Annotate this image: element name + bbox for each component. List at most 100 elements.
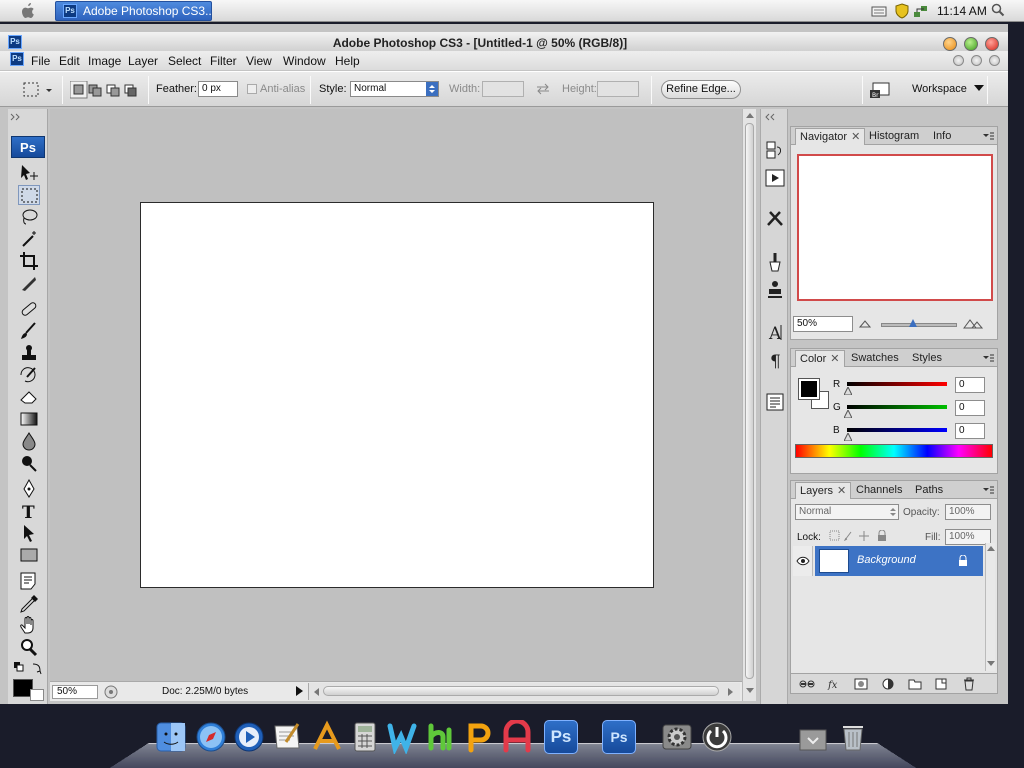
brush-icon[interactable] — [18, 321, 40, 341]
bridge-icon[interactable]: Br — [870, 80, 894, 100]
panel-menu-icon[interactable] — [982, 353, 994, 365]
panel-menu-icon[interactable] — [982, 485, 994, 497]
move-icon[interactable] — [18, 163, 40, 183]
zoom-out-icon[interactable] — [859, 320, 871, 328]
navigator-zoom-slider-thumb[interactable] — [909, 319, 917, 327]
navigator-zoom-field[interactable]: 50% — [793, 316, 853, 332]
tab-styles[interactable]: Styles — [908, 350, 946, 367]
path-select-icon[interactable] — [18, 523, 40, 543]
vertical-scroll-thumb[interactable] — [745, 123, 754, 679]
blend-mode-select[interactable]: Normal — [795, 504, 899, 520]
scroll-down-icon[interactable] — [745, 687, 755, 695]
feather-input[interactable]: 0 px — [198, 81, 238, 97]
status-arrow-icon[interactable] — [294, 685, 304, 698]
safari-icon[interactable] — [194, 720, 228, 754]
green-value-input[interactable]: 0 — [955, 400, 985, 416]
photoshop-task-button[interactable]: Ps Adobe Photoshop CS3... — [55, 1, 212, 21]
green-slider[interactable] — [847, 405, 947, 409]
red-slider-thumb[interactable] — [844, 387, 852, 395]
history-brush-icon[interactable] — [18, 365, 40, 385]
new-group-icon[interactable] — [907, 677, 923, 691]
vertical-scrollbar[interactable] — [742, 109, 756, 701]
doc-minimize-button[interactable] — [953, 55, 964, 66]
quicktime-icon[interactable] — [232, 720, 266, 754]
swap-colors-icon[interactable] — [13, 661, 45, 675]
tab-paths[interactable]: Paths — [911, 482, 947, 499]
menu-help[interactable]: Help — [335, 54, 360, 68]
tool-preset-picker-icon[interactable] — [22, 81, 54, 99]
paragraph-panel-icon[interactable]: ¶ — [763, 349, 787, 372]
color-spectrum-bar[interactable] — [795, 444, 993, 458]
lasso-icon[interactable] — [18, 207, 40, 227]
panel-menu-icon[interactable] — [982, 131, 994, 143]
document-canvas[interactable] — [140, 202, 654, 588]
minimize-button[interactable] — [943, 37, 957, 51]
height-input[interactable] — [597, 81, 639, 97]
scroll-down-icon[interactable] — [987, 661, 995, 667]
opacity-input[interactable]: 100% — [945, 504, 991, 520]
security-shield-icon[interactable] — [895, 3, 909, 19]
navigator-preview[interactable] — [797, 154, 993, 301]
lock-options[interactable] — [829, 530, 891, 542]
zoom-field[interactable]: 50% — [52, 685, 98, 699]
style-select[interactable]: Normal — [350, 81, 439, 97]
tab-channels[interactable]: Channels — [852, 482, 906, 499]
trash-dock-icon[interactable] — [836, 720, 870, 754]
close-icon[interactable]: ✕ — [837, 485, 846, 497]
calculator-icon[interactable] — [348, 720, 382, 754]
refine-edge-button[interactable]: Refine Edge... — [661, 80, 741, 99]
photoshop-dock-icon[interactable]: Ps — [544, 720, 578, 754]
crop-icon[interactable] — [18, 251, 40, 271]
tool-presets-panel-icon[interactable] — [763, 207, 787, 229]
scroll-left-icon[interactable] — [312, 687, 320, 697]
history-panel-icon[interactable] — [763, 139, 787, 161]
zoom-icon[interactable] — [18, 637, 40, 657]
stamp-icon[interactable] — [18, 343, 40, 363]
blue-slider[interactable] — [847, 428, 947, 432]
layer-comps-panel-icon[interactable] — [763, 391, 787, 413]
document-icon[interactable]: Ps — [10, 52, 24, 66]
downloads-stack-icon[interactable] — [796, 720, 830, 754]
layer-style-icon[interactable]: fx — [827, 677, 843, 691]
wordle-orange-icon[interactable] — [462, 720, 496, 754]
brushes-panel-icon[interactable] — [763, 251, 787, 273]
type-icon[interactable]: T — [18, 501, 40, 523]
tab-navigator[interactable]: Navigator ✕ — [795, 128, 866, 145]
menu-file[interactable]: File — [31, 54, 50, 68]
trash-icon[interactable] — [961, 677, 977, 691]
gradient-icon[interactable] — [18, 409, 40, 429]
close-icon[interactable]: ✕ — [830, 353, 839, 365]
textedit-icon[interactable] — [270, 720, 304, 754]
workspace-button[interactable]: Workspace — [912, 83, 984, 95]
canvas-area[interactable] — [50, 109, 742, 681]
menu-window[interactable]: Window — [283, 54, 326, 68]
layer-mask-icon[interactable] — [853, 677, 869, 691]
maximize-button[interactable] — [964, 37, 978, 51]
menu-edit[interactable]: Edit — [59, 54, 80, 68]
doc-maximize-button[interactable] — [971, 55, 982, 66]
doc-close-button[interactable] — [989, 55, 1000, 66]
blur-icon[interactable] — [18, 431, 40, 451]
collapse-arrows-icon[interactable] — [10, 112, 24, 122]
shape-icon[interactable] — [18, 545, 40, 565]
adjustment-layer-icon[interactable] — [881, 677, 897, 691]
healing-icon[interactable] — [18, 299, 40, 319]
new-layer-icon[interactable] — [933, 677, 949, 691]
photoshop-logo[interactable]: Ps — [11, 136, 45, 158]
horizontal-scrollbar[interactable] — [308, 683, 740, 700]
layer-visibility-toggle[interactable] — [793, 546, 813, 576]
menu-view[interactable]: View — [246, 54, 272, 68]
background-color-swatch[interactable] — [30, 689, 44, 701]
system-preferences-icon[interactable] — [660, 720, 694, 754]
clock[interactable]: 11:14 AM — [937, 4, 987, 18]
slice-icon[interactable] — [18, 273, 40, 293]
blue-value-input[interactable]: 0 — [955, 423, 985, 439]
finder-icon[interactable] — [154, 720, 188, 754]
menu-select[interactable]: Select — [168, 54, 201, 68]
scroll-up-icon[interactable] — [987, 545, 995, 551]
menu-layer[interactable]: Layer — [128, 54, 158, 68]
navigator-zoom-slider[interactable] — [881, 323, 957, 327]
search-icon[interactable] — [991, 3, 1005, 17]
character-panel-icon[interactable]: A — [763, 321, 787, 344]
tab-color[interactable]: Color ✕ — [795, 350, 845, 367]
